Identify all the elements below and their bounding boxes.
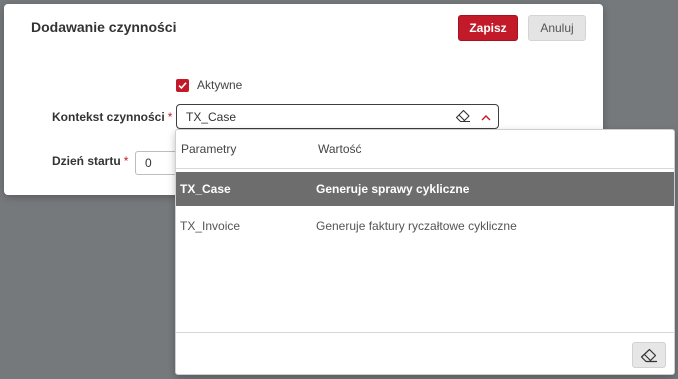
- start-day-label-text: Dzień startu: [52, 154, 121, 168]
- dropdown-option-tx-case[interactable]: TX_Case Generuje sprawy cykliczne: [176, 172, 674, 206]
- start-day-label: Dzień startu *: [52, 154, 128, 168]
- context-select[interactable]: TX_Case: [176, 104, 499, 129]
- option-value: Generuje sprawy cykliczne: [316, 182, 470, 196]
- dropdown-option-tx-invoice[interactable]: TX_Invoice Generuje faktury ryczałtowe c…: [176, 209, 674, 243]
- column-header-parameters: Parametry: [181, 142, 237, 156]
- context-label-text: Kontekst czynności: [52, 110, 165, 124]
- save-button[interactable]: Zapisz: [458, 15, 518, 41]
- option-param: TX_Case: [180, 182, 231, 196]
- context-dropdown-panel: Parametry Wartość TX_Case Generuje spraw…: [175, 129, 675, 375]
- chevron-up-icon[interactable]: [481, 111, 491, 125]
- active-checkbox-row[interactable]: Aktywne: [176, 78, 242, 92]
- cancel-button[interactable]: Anuluj: [528, 15, 586, 41]
- option-value: Generuje faktury ryczałtowe cykliczne: [316, 219, 517, 233]
- context-label: Kontekst czynności *: [52, 110, 172, 124]
- column-header-value: Wartość: [318, 142, 362, 156]
- required-marker: *: [123, 154, 129, 168]
- dropdown-header: Parametry Wartość: [176, 130, 674, 169]
- check-icon: [178, 81, 187, 89]
- active-label: Aktywne: [197, 78, 243, 92]
- clear-selection-button[interactable]: [632, 342, 666, 368]
- option-param: TX_Invoice: [180, 219, 241, 233]
- eraser-icon[interactable]: [455, 109, 471, 126]
- active-checkbox[interactable]: [176, 78, 189, 92]
- required-marker: *: [167, 110, 173, 124]
- dropdown-footer: [176, 332, 674, 374]
- context-select-value: TX_Case: [186, 109, 237, 124]
- eraser-icon: [640, 348, 657, 362]
- dialog-title: Dodawanie czynności: [31, 19, 177, 35]
